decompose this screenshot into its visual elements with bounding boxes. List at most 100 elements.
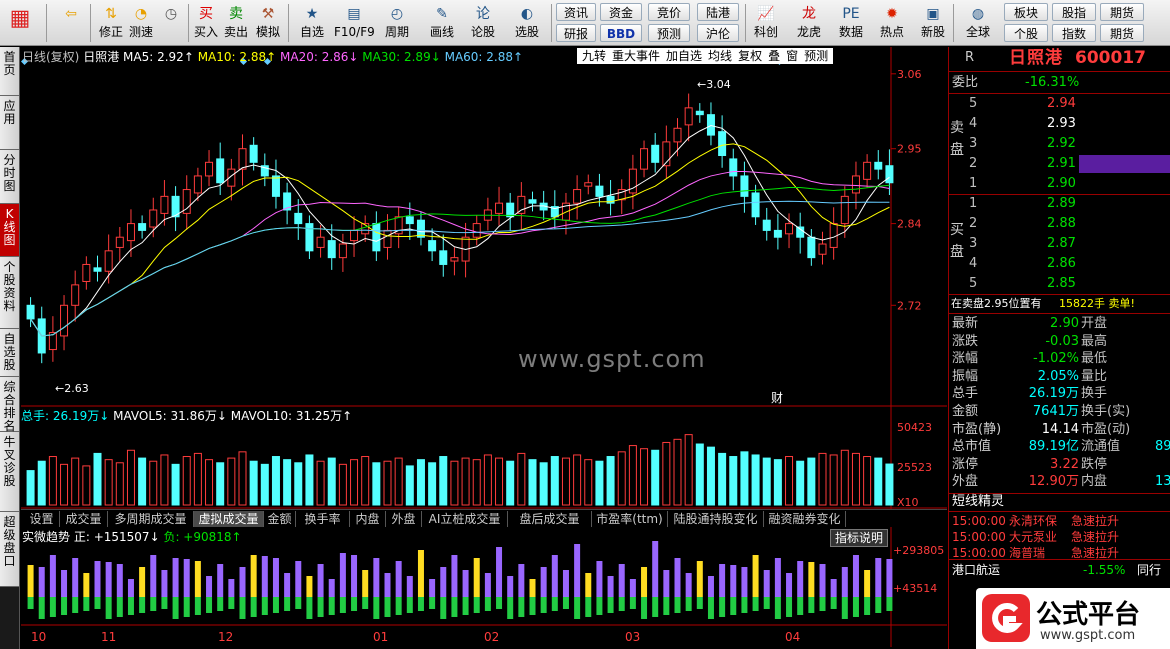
toolbar-clock-button[interactable]: ◷	[156, 2, 186, 44]
candle-body	[305, 223, 314, 252]
sidenav-item-4[interactable]: 个 股 资 料	[0, 257, 19, 329]
chart-btn-1[interactable]: 重大事件	[612, 49, 660, 63]
indicator-tab-7[interactable]: 外盘	[386, 511, 422, 527]
ma-line-ma60	[30, 200, 890, 337]
sell-level-row[interactable]: 5 2.94	[949, 95, 1170, 113]
toolbar-shares-button[interactable]: 股指	[1052, 3, 1096, 21]
indicator-neg-bar	[150, 597, 157, 611]
sidenav-item-2[interactable]: 分 时 图	[0, 150, 19, 204]
indicator-neg-bar	[696, 597, 703, 609]
toolbar-sector-button[interactable]: 板块	[1004, 3, 1048, 21]
sidenav-item-0[interactable]: 首 页	[0, 47, 19, 96]
sell-level-row[interactable]: 1 2.90	[949, 175, 1170, 193]
toolbar-dragon-button[interactable]: 龙龙虎	[792, 2, 826, 44]
indicator-tab-5[interactable]: 换手率	[296, 511, 350, 527]
chart-btn-3[interactable]: 均线	[708, 49, 732, 63]
volume-bar	[316, 460, 325, 506]
volume-bar	[472, 459, 481, 506]
toolbar-bbd-button[interactable]: BBD	[600, 24, 642, 42]
buy-level-row[interactable]: 4 2.86	[949, 255, 1170, 273]
indicator-neg-bar	[641, 597, 648, 619]
stat-label-2: 跌停	[1081, 456, 1108, 472]
sidenav-item-8[interactable]: 超 级 盘 口	[0, 512, 19, 587]
kline-chart-area[interactable]: 3.06 2.95 2.84 2.72 50423 25523 X10 +293805 +435…	[21, 47, 947, 649]
indicator-tab-4[interactable]: 金额	[264, 511, 296, 527]
toolbar-pro-button[interactable]: 📈 科创	[749, 2, 783, 44]
toolbar-goods-button[interactable]: 期货	[1100, 24, 1144, 42]
chart-btn-0[interactable]: 九转	[582, 49, 606, 63]
chart-btn-7[interactable]: 预测	[804, 49, 828, 63]
indicator-pos-bar	[429, 579, 436, 597]
buy-level-row[interactable]: 2 2.88	[949, 215, 1170, 233]
toolbar-hulun-button[interactable]: 沪伦	[697, 24, 739, 42]
toolbar-info-button[interactable]: 资讯	[556, 3, 596, 21]
toolbar-revise-button[interactable]: ⇅ 修正	[96, 2, 126, 44]
toolbar-futures-button[interactable]: 期货	[1100, 3, 1144, 21]
indicator-tab-1[interactable]: 成交量	[60, 511, 108, 527]
toolbar-stock-button[interactable]: 个股	[1004, 24, 1048, 42]
chart-btn-5[interactable]: 叠	[768, 49, 780, 63]
toolbar-forecast-button[interactable]: 预测	[648, 24, 690, 42]
chart-btn-6[interactable]: 窗	[786, 49, 798, 63]
indicator-tab-12[interactable]: 融资融券变化	[764, 511, 846, 527]
indicator-tab-9[interactable]: 盘后成交量	[508, 511, 592, 527]
sell-level-row[interactable]: 3 2.92	[949, 135, 1170, 153]
news-title-row[interactable]: 短线精灵	[949, 493, 1170, 511]
indicator-help-button[interactable]: 指标说明	[830, 529, 889, 547]
toolbar-buy-label: 买入	[193, 25, 218, 39]
indicator-tab-8[interactable]: AI立桩成交量	[422, 511, 508, 527]
sidenav-item-3[interactable]: K 线 图	[0, 204, 19, 257]
chart-btn-4[interactable]: 复权	[738, 49, 762, 63]
indicator-tab-11[interactable]: 陆股通持股变化	[668, 511, 764, 527]
toolbar-sim-button[interactable]: ⚒ 模拟	[252, 2, 284, 44]
toolbar-test-button[interactable]: ◔ 测速	[126, 2, 156, 44]
buy-level-row[interactable]: 5 2.85	[949, 275, 1170, 293]
toolbar-buy-button[interactable]: 买买入	[192, 2, 220, 44]
toolbar-home-logo-button[interactable]: ▦	[5, 2, 35, 44]
toolbar-favorite-button[interactable]: ★ 自选	[292, 2, 332, 44]
candle-body	[416, 219, 425, 238]
indicator-neg-bar	[373, 597, 380, 619]
indicator-tab-0[interactable]: 设置	[24, 511, 60, 527]
toolbar-period-button[interactable]: ◴ 周期	[377, 2, 417, 44]
buy-level-row[interactable]: 1 2.89	[949, 195, 1170, 213]
toolbar-lugang-button[interactable]: 陆港	[697, 3, 739, 21]
toolbar-index-button[interactable]: 指数	[1052, 24, 1096, 42]
indicator-neg-bar	[596, 597, 603, 615]
toolbar-sell-button[interactable]: 卖卖出	[222, 2, 250, 44]
sidenav-item-7[interactable]: 牛 叉 诊 股	[0, 432, 19, 512]
toolbar-data-button[interactable]: PE 数据	[834, 2, 868, 44]
indicator-tab-10[interactable]: 市盈率(ttm)	[592, 511, 668, 527]
toolbar-research-button[interactable]: 研报	[556, 24, 596, 42]
indicator-tab-3[interactable]: 虚拟成交量	[194, 511, 264, 527]
toolbar-discuss-button[interactable]: 论论股	[468, 2, 498, 44]
kline-chart-svg[interactable]: 3.06 2.95 2.84 2.72 50423 25523 X10 +293805 +435…	[21, 47, 947, 649]
buy-level-row[interactable]: 3 2.87	[949, 235, 1170, 253]
volume-bar	[338, 463, 347, 506]
sidenav-item-1[interactable]: 应 用	[0, 96, 19, 150]
sidenav-item-5[interactable]: 自 选 股	[0, 329, 19, 377]
indicator-tab-2[interactable]: 多周期成交量	[108, 511, 194, 527]
sidenav-item-6[interactable]: 综 合 排 名	[0, 377, 19, 433]
candle-body	[160, 195, 169, 214]
indicator-neg-bar	[406, 597, 413, 613]
indicator-tab-6[interactable]: 内盘	[350, 511, 386, 527]
toolbar-draw-button[interactable]: ✎ 画线	[422, 2, 462, 44]
toolbar-global-button[interactable]: ◍ 全球	[958, 2, 998, 44]
toolbar-pick-button[interactable]: ◐ 选股	[507, 2, 547, 44]
toolbar-f10-button[interactable]: ▤ F10/F9	[334, 2, 375, 44]
sector-row[interactable]: 港口航运 -1.55% 同行	[949, 561, 1170, 579]
toolbar-auction-button[interactable]: 竞价	[648, 3, 690, 21]
candle-body	[138, 223, 147, 231]
toolbar-hot-button[interactable]: ✹ 热点	[875, 2, 909, 44]
toolbar-fund-button[interactable]: 资金	[600, 3, 642, 21]
toolbar-newstock-button[interactable]: ▣ 新股	[916, 2, 950, 44]
stat-label: 涨停	[952, 456, 979, 472]
sell-level-row[interactable]: 4 2.93	[949, 115, 1170, 133]
indicator-neg-bar	[362, 597, 369, 609]
stat-label: 涨跌	[952, 333, 979, 349]
x-axis-label: 01	[373, 630, 388, 644]
toolbar-back-button[interactable]: ⇦	[58, 2, 84, 44]
volume-bar	[37, 460, 46, 506]
chart-btn-2[interactable]: 加自选	[666, 49, 702, 63]
